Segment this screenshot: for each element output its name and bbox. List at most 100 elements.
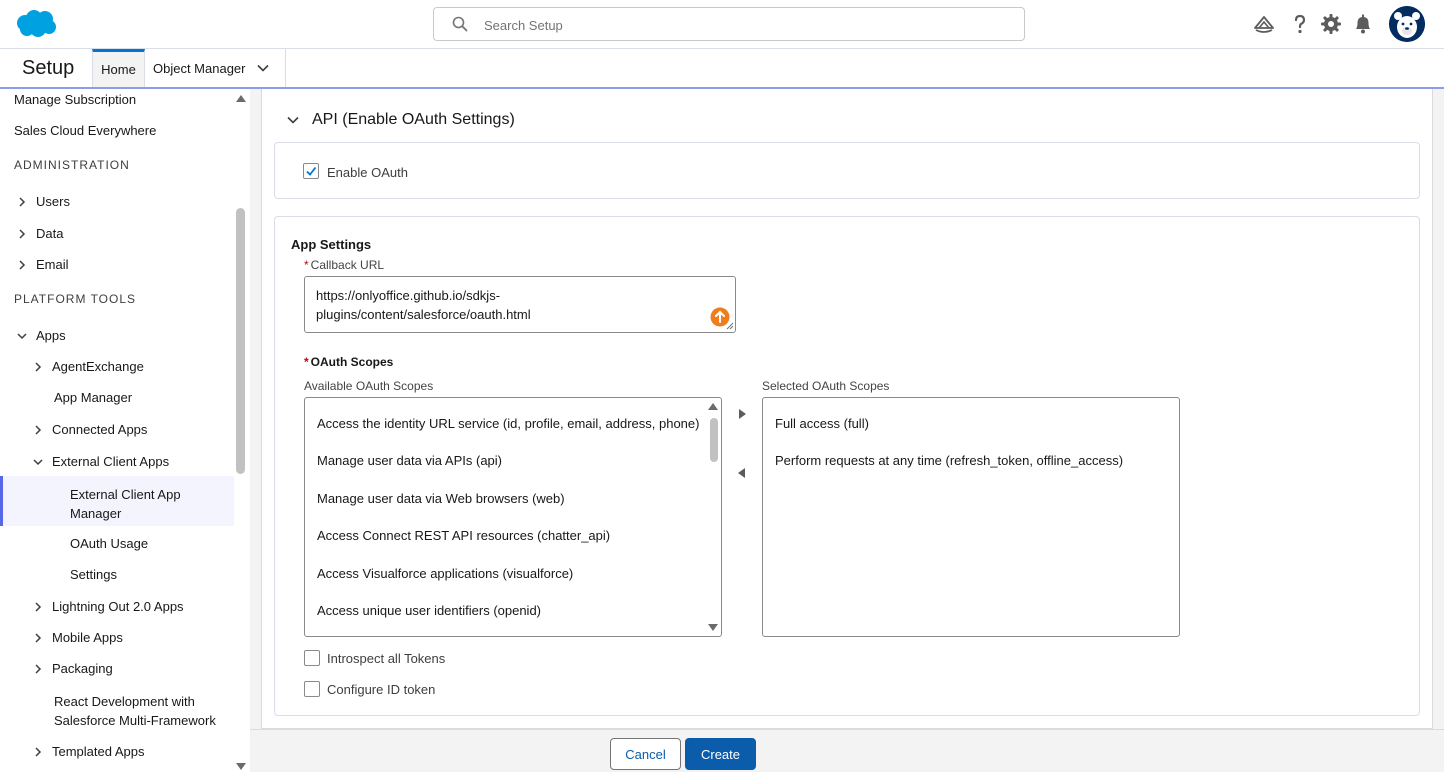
context-nav: Setup Home Object Manager bbox=[0, 49, 1444, 89]
section-title-label: API (Enable OAuth Settings) bbox=[312, 111, 515, 128]
sidebar-item-email[interactable]: Email bbox=[36, 257, 234, 272]
cancel-button[interactable]: Cancel bbox=[610, 738, 681, 770]
sidebar-item-label: Settings bbox=[70, 567, 117, 582]
chevron-right-icon[interactable] bbox=[16, 259, 28, 271]
sidebar-item-data[interactable]: Data bbox=[36, 226, 234, 241]
enable-oauth-checkbox[interactable] bbox=[303, 163, 319, 179]
tab-home-label: Home bbox=[101, 62, 136, 77]
move-right-arrow-icon[interactable] bbox=[735, 407, 749, 421]
sidebar-item-apps[interactable]: Apps bbox=[36, 328, 234, 343]
chevron-right-icon[interactable] bbox=[32, 424, 44, 436]
introspect-tokens-checkbox[interactable] bbox=[304, 650, 320, 666]
list-item[interactable]: Full access (full) bbox=[775, 416, 869, 431]
oauth-scopes-label-text: OAuth Scopes bbox=[310, 355, 394, 369]
resize-handle-icon[interactable] bbox=[726, 322, 734, 330]
required-marker: * bbox=[304, 258, 309, 272]
help-icon[interactable] bbox=[1288, 12, 1312, 36]
gear-icon[interactable] bbox=[1319, 12, 1343, 36]
sidebar-item-manage-subscription[interactable]: Manage Subscription bbox=[14, 92, 248, 107]
tab-object-manager-label: Object Manager bbox=[153, 60, 246, 76]
bell-icon[interactable] bbox=[1351, 12, 1375, 36]
sidebar-item-label: Manage Subscription bbox=[14, 92, 137, 107]
list-item[interactable]: Manage user data via Web browsers (web) bbox=[317, 491, 565, 506]
sidebar-item-label: Salesforce Multi-Framework bbox=[54, 713, 216, 728]
sidebar-item-settings[interactable]: Settings bbox=[70, 567, 234, 582]
sidebar-item-label: Apps bbox=[36, 328, 66, 343]
chevron-right-icon[interactable] bbox=[32, 632, 44, 644]
chevron-down-icon[interactable] bbox=[256, 61, 270, 75]
listbox-scroll-thumb[interactable] bbox=[710, 418, 718, 462]
scroll-up-arrow-icon[interactable] bbox=[708, 402, 718, 410]
sidebar-item-mobile-apps[interactable]: Mobile Apps bbox=[52, 630, 234, 645]
configure-id-token-checkbox[interactable] bbox=[304, 681, 320, 697]
available-scopes-label: Available OAuth Scopes bbox=[304, 379, 434, 393]
sidebar-item-label: Packaging bbox=[52, 661, 113, 676]
configure-id-token-label: Configure ID token bbox=[327, 682, 436, 697]
global-header bbox=[0, 0, 1444, 49]
callback-url-textarea[interactable]: https://onlyoffice.github.io/sdkjs- plug… bbox=[304, 276, 736, 333]
setup-search[interactable] bbox=[433, 7, 1025, 41]
tab-object-manager[interactable]: Object Manager bbox=[145, 49, 286, 87]
chevron-right-icon[interactable] bbox=[16, 196, 28, 208]
app-name: Setup bbox=[22, 57, 75, 79]
list-item[interactable]: Access Connect REST API resources (chatt… bbox=[317, 528, 610, 543]
trailhead-icon[interactable] bbox=[1252, 12, 1276, 36]
sidebar-item-sales-cloud-everywhere[interactable]: Sales Cloud Everywhere bbox=[14, 123, 248, 138]
sidebar-item-label: App Manager bbox=[54, 390, 133, 405]
chevron-down-icon[interactable] bbox=[32, 456, 44, 468]
salesforce-logo[interactable] bbox=[14, 9, 58, 39]
sidebar-item-label: Manager bbox=[70, 506, 122, 521]
user-avatar-icon bbox=[1389, 6, 1425, 42]
sidebar-item-label: Data bbox=[36, 226, 64, 241]
create-button[interactable]: Create bbox=[685, 738, 756, 770]
app-settings-heading: App Settings bbox=[291, 237, 372, 252]
chevron-down-icon[interactable] bbox=[286, 113, 300, 127]
callback-url-line: https://onlyoffice.github.io/sdkjs- bbox=[316, 288, 501, 303]
search-icon bbox=[452, 16, 468, 32]
list-item[interactable]: Access Visualforce applications (visualf… bbox=[317, 566, 573, 581]
sidebar-item-agentexchange[interactable]: AgentExchange bbox=[52, 359, 234, 374]
checkmark-icon bbox=[306, 166, 317, 176]
chevron-down-icon[interactable] bbox=[16, 330, 28, 342]
sidebar-heading-platform-tools: PLATFORM TOOLS bbox=[14, 292, 137, 306]
list-item[interactable]: Access the identity URL service (id, pro… bbox=[317, 416, 699, 431]
list-item[interactable]: Access unique user identifiers (openid) bbox=[317, 603, 541, 618]
sidebar-item-oauth-usage[interactable]: OAuth Usage bbox=[70, 536, 234, 551]
chevron-right-icon[interactable] bbox=[32, 361, 44, 373]
sidebar-item-label: React Development with bbox=[54, 694, 195, 709]
chevron-right-icon[interactable] bbox=[16, 228, 28, 240]
sidebar-item-react-development[interactable]: React Development with Salesforce Multi-… bbox=[54, 692, 234, 730]
move-left-arrow-icon[interactable] bbox=[735, 466, 749, 480]
chevron-right-icon[interactable] bbox=[32, 663, 44, 675]
list-item[interactable]: Manage user data via APIs (api) bbox=[317, 453, 502, 468]
scroll-up-arrow-icon[interactable] bbox=[235, 93, 247, 103]
selected-scopes-listbox[interactable]: Full access (full) Perform requests at a… bbox=[762, 397, 1180, 637]
enable-oauth-label: Enable OAuth bbox=[327, 165, 408, 180]
sidebar-item-users[interactable]: Users bbox=[36, 194, 234, 209]
sidebar-item-label: Sales Cloud Everywhere bbox=[14, 123, 157, 138]
avatar[interactable] bbox=[1389, 6, 1425, 42]
section-title[interactable]: API (Enable OAuth Settings) bbox=[286, 111, 515, 129]
tab-home[interactable]: Home bbox=[92, 49, 145, 87]
callback-url-label: * Callback URL bbox=[304, 258, 384, 272]
sidebar-item-external-client-app-manager[interactable]: External Client App Manager bbox=[0, 476, 234, 526]
sidebar-item-label: Connected Apps bbox=[52, 422, 148, 437]
oauth-scopes-label: * OAuth Scopes bbox=[304, 355, 393, 369]
introspect-tokens-label: Introspect all Tokens bbox=[327, 651, 446, 666]
sidebar-item-packaging[interactable]: Packaging bbox=[52, 661, 234, 676]
chevron-right-icon[interactable] bbox=[32, 746, 44, 758]
list-item[interactable]: Perform requests at any time (refresh_to… bbox=[775, 453, 1123, 468]
callback-url-line: plugins/content/salesforce/oauth.html bbox=[316, 307, 531, 322]
sidebar-item-external-client-apps[interactable]: External Client Apps bbox=[52, 454, 234, 469]
scroll-down-arrow-icon[interactable] bbox=[235, 762, 247, 772]
sidebar-item-app-manager[interactable]: App Manager bbox=[54, 390, 234, 405]
sidebar-item-label: Email bbox=[36, 257, 69, 272]
sidebar-scroll-thumb[interactable] bbox=[236, 208, 245, 474]
search-input[interactable] bbox=[484, 14, 1004, 36]
chevron-right-icon[interactable] bbox=[32, 601, 44, 613]
sidebar-item-templated-apps[interactable]: Templated Apps bbox=[52, 744, 234, 759]
scroll-down-arrow-icon[interactable] bbox=[708, 624, 718, 632]
available-scopes-listbox[interactable]: Access the identity URL service (id, pro… bbox=[304, 397, 722, 637]
sidebar-item-connected-apps[interactable]: Connected Apps bbox=[52, 422, 234, 437]
sidebar-item-lightning-out-apps[interactable]: Lightning Out 2.0 Apps bbox=[52, 599, 234, 614]
